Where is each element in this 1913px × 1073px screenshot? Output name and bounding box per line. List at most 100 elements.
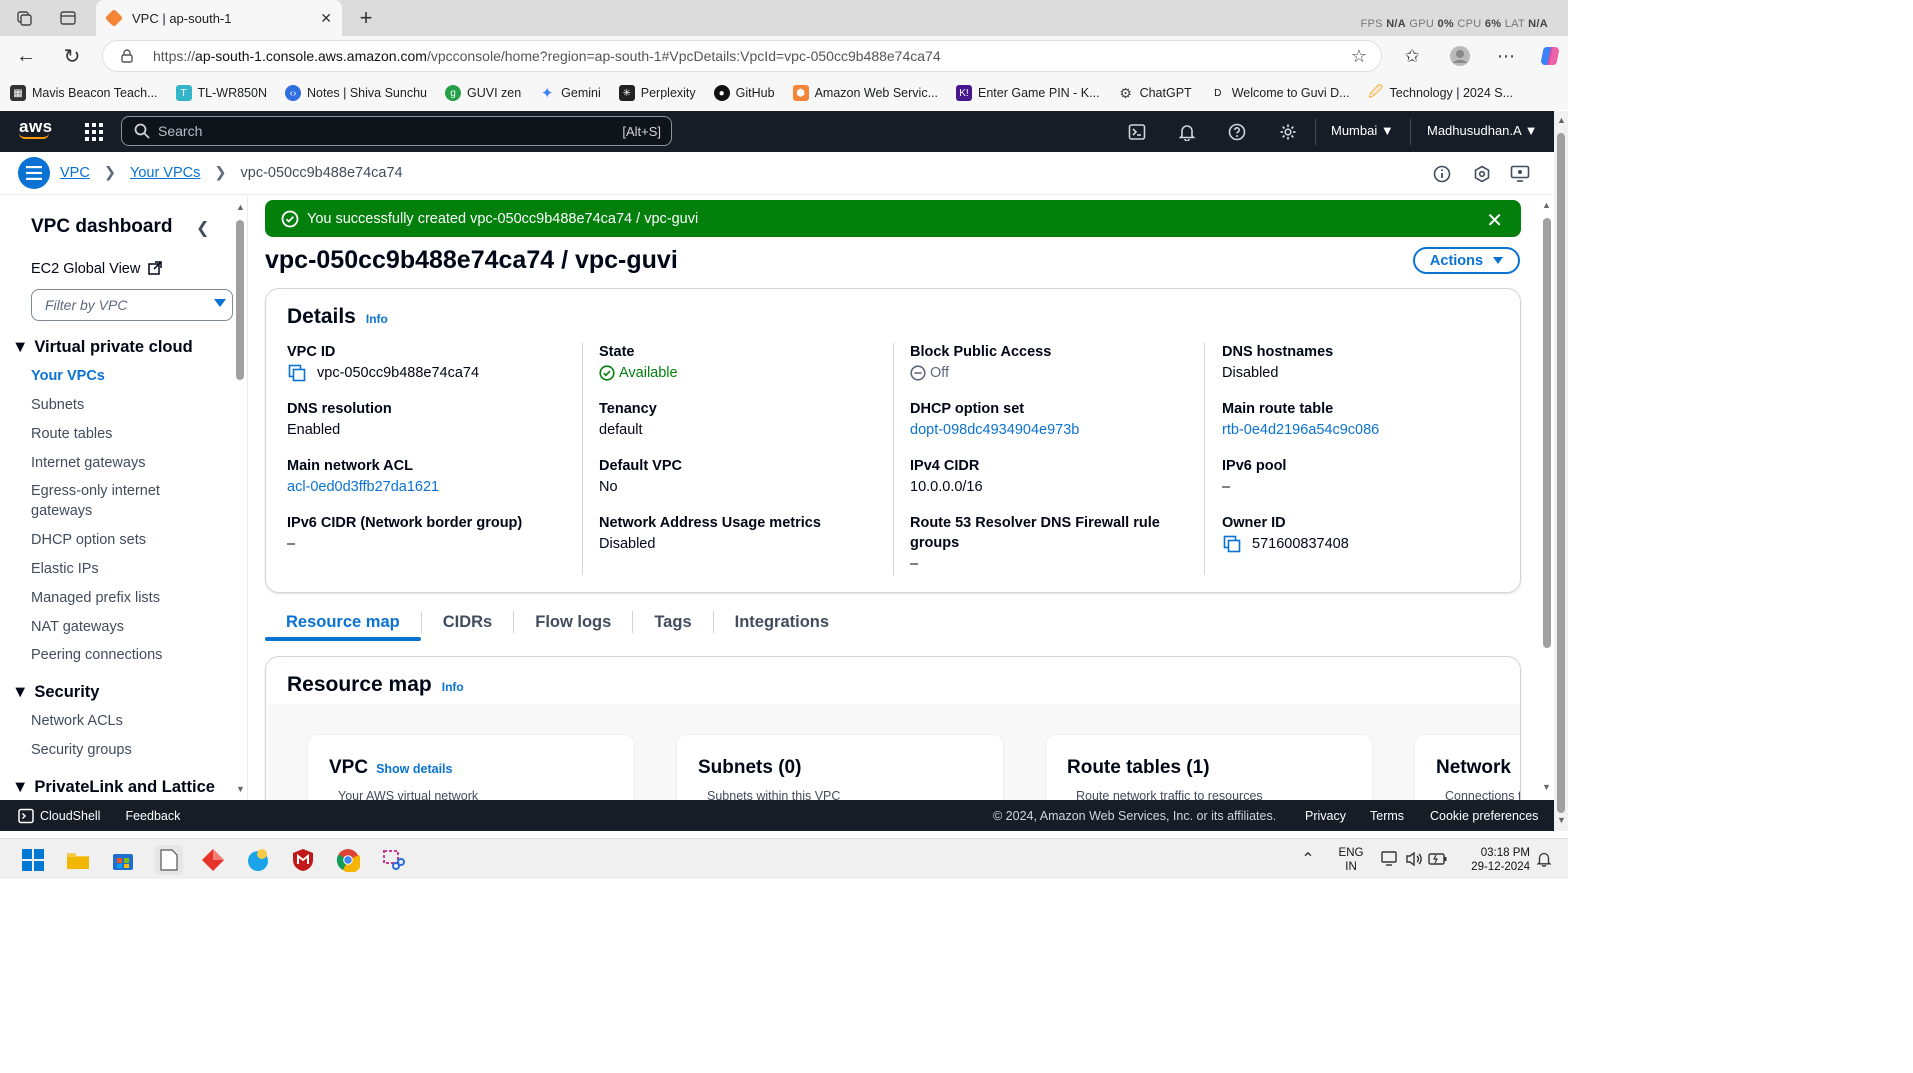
sidebar-item-elastic-ips[interactable]: Elastic IPs [31,561,99,577]
scroll-up-icon[interactable]: ▲ [1557,115,1566,125]
console-search-input[interactable]: Search [Alt+S] [121,116,672,146]
bookmark-item[interactable]: 🖉 Technology | 2024 S... [1368,83,1513,101]
more-menu-icon[interactable]: ⋯ [1492,42,1520,70]
sidebar-item-network-acls[interactable]: Network ACLs [31,713,123,729]
close-tab-icon[interactable]: ✕ [320,10,332,27]
clock[interactable]: 03:18 PM 29-12-2024 [1460,846,1530,874]
url-field[interactable]: https://ap-south-1.console.aws.amazon.co… [102,40,1382,72]
dhcp-option-set-link[interactable]: dopt-098dc4934904e973b [910,420,1200,440]
bookmark-item[interactable]: D Welcome to Guvi D... [1210,85,1349,101]
new-tab-icon[interactable]: + [352,4,380,32]
collapse-sidebar-icon[interactable]: ❮ [196,218,209,238]
scroll-down-icon[interactable]: ▼ [236,784,245,794]
sidebar-item-subnets[interactable]: Subnets [31,397,84,413]
notepad-icon[interactable] [155,845,183,875]
tab-resource-map[interactable]: Resource map [265,601,421,643]
main-network-acl-link[interactable]: acl-0ed0d3ffb27da1621 [287,477,577,497]
bookmark-item[interactable]: ⬢ Amazon Web Servic... [792,85,938,101]
region-selector[interactable]: Mumbai ▼ [1331,123,1394,138]
language-indicator[interactable]: ENG IN [1336,846,1366,874]
hamburger-menu-icon[interactable] [18,157,50,189]
details-info-link[interactable]: Info [366,312,388,326]
sidebar-item-internet-gateways[interactable]: Internet gateways [31,455,145,471]
cloudshell-button[interactable]: CloudShell [18,808,100,824]
services-grid-icon[interactable] [84,122,104,142]
sidebar-item-egress-only-gateways[interactable]: Egress-only internet [31,483,160,499]
info-circle-icon[interactable] [1432,164,1452,184]
terms-link[interactable]: Terms [1370,809,1404,823]
tab-tags[interactable]: Tags [633,601,712,643]
sidebar-section-privatelink[interactable]: ▼ PrivateLink and Lattice [12,778,215,797]
account-menu[interactable]: Madhusudhan.A ▼ [1427,123,1537,138]
show-hidden-icons-chevron-icon[interactable]: ⌃ [1298,849,1318,869]
notifications-bell-icon[interactable] [1176,121,1198,143]
mcafee-shield-icon[interactable] [290,847,316,873]
volume-icon[interactable] [1404,849,1424,869]
main-scroll-thumb[interactable] [1543,218,1551,648]
sidebar-section-virtual-private-cloud[interactable]: ▼ Virtual private cloud [12,338,193,357]
sidebar-item-security-groups[interactable]: Security groups [31,742,132,758]
browser-tab-active[interactable]: VPC | ap-south-1 ✕ [96,0,342,36]
sidebar-section-security[interactable]: ▼ Security [12,683,99,702]
privacy-link[interactable]: Privacy [1305,809,1346,823]
sidebar-item-your-vpcs[interactable]: Your VPCs [31,368,105,384]
bookmark-item[interactable]: T TL-WR850N [175,85,267,101]
reload-icon[interactable]: ↻ [58,42,86,70]
back-icon[interactable]: ← [12,42,40,70]
sidebar-item-managed-prefix-lists[interactable]: Managed prefix lists [31,590,160,606]
actions-dropdown-button[interactable]: Actions [1413,247,1520,274]
sidebar-scroll-thumb[interactable] [236,220,244,380]
copilot-icon[interactable] [1536,42,1564,70]
microsoft-store-icon[interactable] [110,847,136,873]
copy-icon[interactable] [1222,534,1242,554]
breadcrumb-vpc[interactable]: VPC [60,165,90,181]
scroll-up-icon[interactable]: ▲ [1542,200,1551,210]
bookmark-item[interactable]: ✳ Perplexity [618,85,696,101]
snipping-tool-icon[interactable] [380,847,406,873]
sidebar-item-peering-connections[interactable]: Peering connections [31,647,162,663]
bookmark-item[interactable]: ✦ Gemini [539,85,601,102]
app-diamond-icon[interactable] [200,847,226,873]
main-scrollbar[interactable]: ▲ ▼ [1540,196,1554,800]
tab-cidrs[interactable]: CIDRs [422,601,514,643]
cookie-preferences-link[interactable]: Cookie preferences [1430,809,1538,823]
edge-copilot-taskbar-icon[interactable] [245,847,271,873]
bookmark-item[interactable]: g GUVI zen [444,85,521,101]
scroll-down-icon[interactable]: ▼ [1542,782,1551,792]
breadcrumb-your-vpcs[interactable]: Your VPCs [130,165,200,181]
windows-start-icon[interactable] [20,847,46,873]
aws-logo[interactable]: aws [19,117,53,139]
main-route-table-link[interactable]: rtb-0e4d2196a54c9c086 [1222,420,1512,440]
network-icon[interactable] [1380,849,1400,869]
cloudshell-icon[interactable] [1126,121,1148,143]
display-settings-icon[interactable] [1510,164,1530,184]
page-scrollbar[interactable]: ▲ ▼ [1554,111,1568,831]
sidebar-item-egress-only-gateways-line2[interactable]: gateways [31,503,92,519]
bookmark-item[interactable]: K! Enter Game PIN - K... [956,85,1100,101]
workspaces-icon[interactable] [14,8,34,28]
sidebar-item-route-tables[interactable]: Route tables [31,426,112,442]
copy-icon[interactable] [287,363,307,383]
page-scroll-thumb[interactable] [1557,133,1565,813]
sidebar-item-ec2-global-view[interactable]: EC2 Global View [31,261,163,277]
resource-map-info-link[interactable]: Info [442,680,464,694]
dismiss-close-icon[interactable]: ✕ [1486,208,1503,233]
sidebar-item-dhcp-option-sets[interactable]: DHCP option sets [31,532,146,548]
bookmark-item[interactable]: ‹› Notes | Shiva Sunchu [285,85,427,101]
favorite-star-icon[interactable]: ☆ [1351,46,1367,67]
tab-integrations[interactable]: Integrations [714,601,850,643]
battery-icon[interactable] [1428,849,1448,869]
sidebar-scrollbar[interactable]: ▲ ▼ [236,202,245,802]
scroll-up-icon[interactable]: ▲ [236,202,245,212]
help-icon[interactable] [1226,121,1248,143]
filter-by-vpc-select[interactable]: Filter by VPC [31,289,233,321]
sidebar-title[interactable]: VPC dashboard [31,216,172,238]
tab-flow-logs[interactable]: Flow logs [514,601,632,643]
scroll-down-icon[interactable]: ▼ [1557,815,1566,825]
sidebar-item-nat-gateways[interactable]: NAT gateways [31,619,124,635]
tab-actions-icon[interactable] [58,8,78,28]
profile-avatar-icon[interactable] [1446,42,1474,70]
bookmark-item[interactable]: ⚙ ChatGPT [1118,85,1191,101]
favorites-icon[interactable]: ✩ [1398,42,1426,70]
file-explorer-icon[interactable] [65,847,91,873]
